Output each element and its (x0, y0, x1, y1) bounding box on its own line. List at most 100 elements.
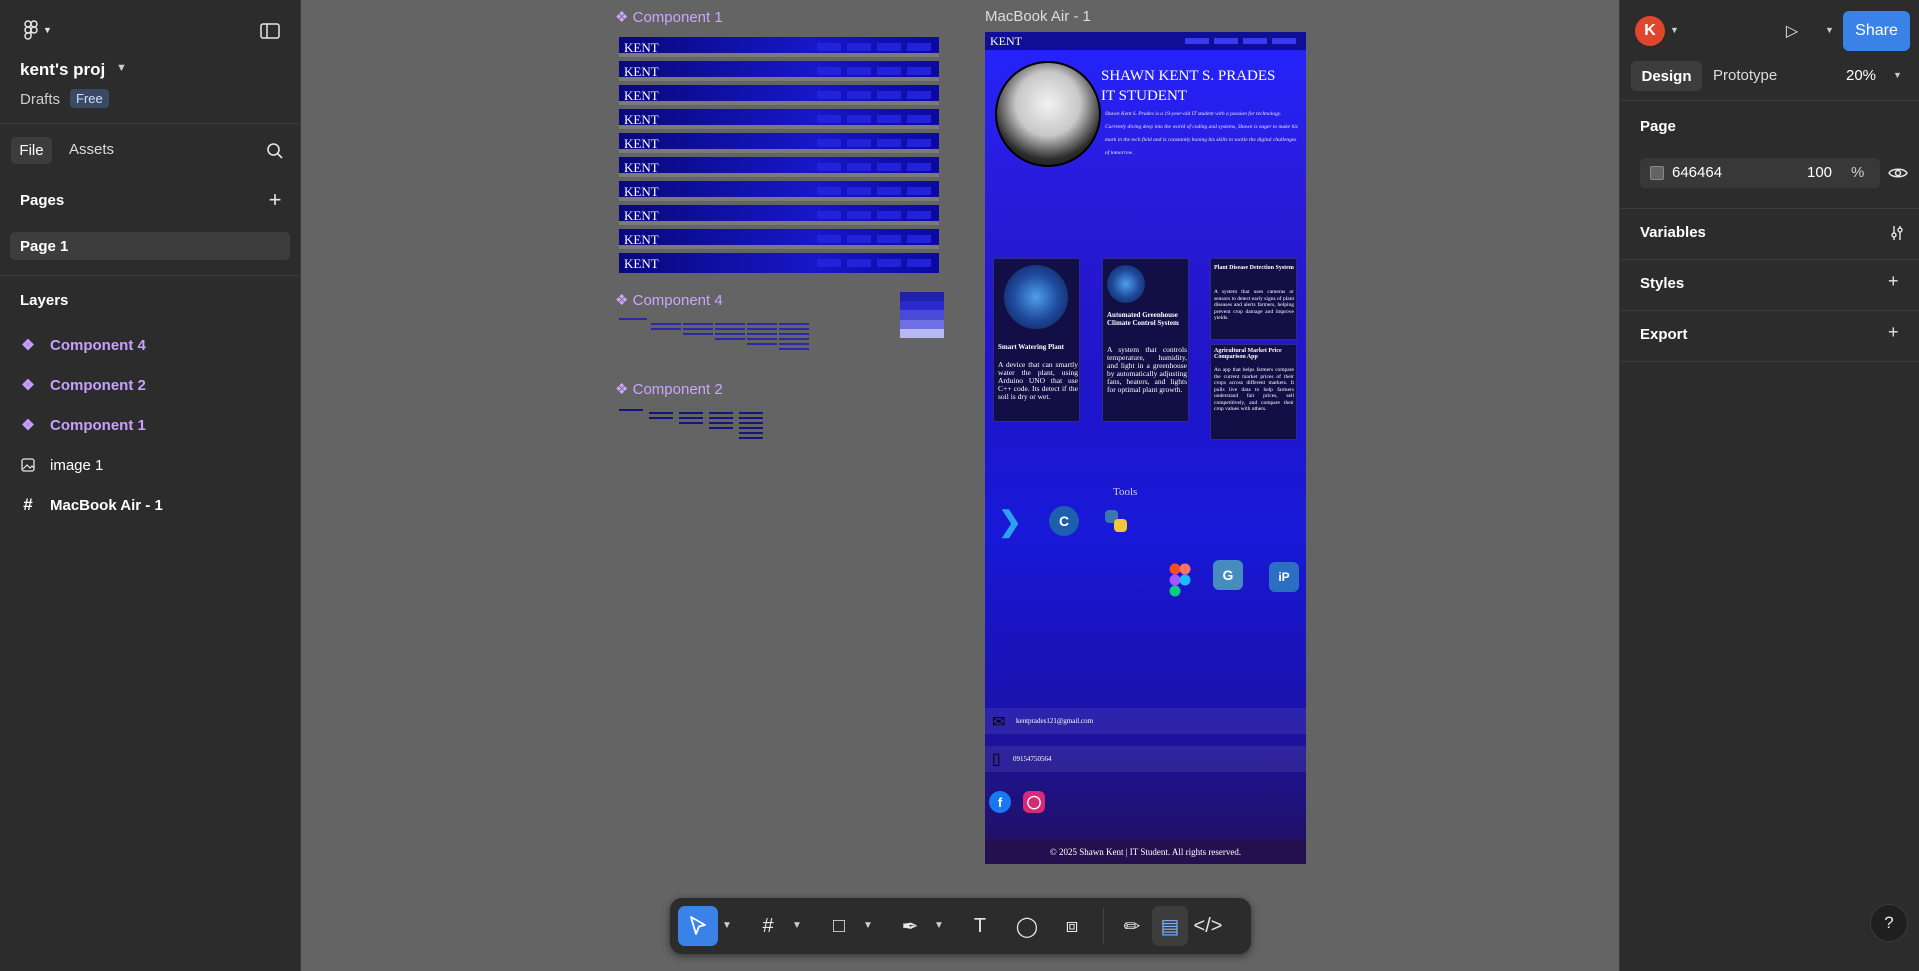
page-item-label: Page 1 (20, 238, 69, 255)
drafts-label[interactable]: Drafts (20, 91, 60, 108)
page-opacity[interactable]: 100 (1807, 164, 1832, 181)
dev-mode-button[interactable]: </> (1190, 906, 1226, 946)
component4-lines[interactable] (619, 318, 819, 358)
navbar-variant[interactable]: KENT (619, 37, 939, 57)
pen-tool-button[interactable]: ✒ (890, 906, 930, 946)
color-swatch-stack[interactable] (900, 292, 944, 338)
actions-button[interactable]: ⧈ (1052, 906, 1092, 946)
present-button[interactable]: ▷ (1782, 20, 1802, 42)
image-icon (20, 458, 36, 472)
chevron-down-icon[interactable]: ▼ (1670, 25, 1679, 35)
eye-icon (1888, 168, 1908, 178)
frame-icon: # (762, 914, 774, 937)
tab-design[interactable]: Design (1631, 61, 1702, 91)
frame-tool-button[interactable]: # (748, 906, 788, 946)
chevron-down-icon[interactable]: ▼ (863, 920, 873, 931)
user-avatar[interactable]: K (1635, 16, 1665, 46)
component-icon: ❖ (21, 337, 35, 354)
sliders-icon (1891, 226, 1903, 240)
navbar-variant[interactable]: KENT (619, 157, 939, 177)
plus-icon: + (1888, 322, 1899, 342)
page-color-hex[interactable]: 646464 (1672, 164, 1722, 181)
comment-tool-button[interactable]: ◯ (1007, 906, 1047, 946)
canvas[interactable]: ❖ Component 1 KENT KENT KENT KENT KENT K… (301, 0, 1619, 971)
draw-mode-button[interactable]: ✏ (1114, 906, 1150, 946)
layer-label: Component 1 (50, 416, 146, 434)
navbar-variant[interactable]: KENT (619, 85, 939, 105)
layer-item[interactable]: # MacBook Air - 1 (20, 494, 163, 516)
project-body: An app that helps farmers compare the cu… (1214, 367, 1294, 412)
arduino-image (1004, 265, 1068, 329)
help-button[interactable]: ? (1870, 904, 1908, 942)
navbar-variant[interactable]: KENT (619, 109, 939, 129)
navbar-brand: KENT (624, 88, 659, 103)
component1-frame-label[interactable]: ❖ Component 1 (615, 8, 723, 26)
navbar-variant[interactable]: KENT (619, 181, 939, 201)
chevron-down-icon[interactable]: ▼ (1825, 25, 1834, 35)
zoom-level[interactable]: 20% (1846, 67, 1876, 84)
tab-file[interactable]: File (11, 137, 52, 164)
layer-item[interactable]: ❖ Component 1 (20, 414, 146, 436)
project-name[interactable]: kent's proj (20, 60, 105, 80)
move-tool-button[interactable] (678, 906, 718, 946)
navbar-variant[interactable]: KENT (619, 253, 939, 273)
page-item[interactable]: Page 1 (10, 232, 290, 260)
design-mode-button[interactable]: ▤ (1152, 906, 1188, 946)
toggle-sidebar-button[interactable] (257, 20, 283, 42)
chevron-down-icon: ▼ (43, 25, 52, 35)
navbar-variant[interactable]: KENT (619, 133, 939, 153)
chevron-down-icon[interactable]: ▼ (1893, 70, 1902, 80)
project-card: Automated Greenhouse Climate Control Sys… (1102, 258, 1189, 422)
chevron-down-icon[interactable]: ▼ (934, 920, 944, 931)
search-button[interactable] (264, 140, 286, 162)
layer-item[interactable]: image 1 (20, 454, 103, 476)
component4-frame-label[interactable]: ❖ Component 4 (615, 291, 723, 309)
chevron-down-icon[interactable]: ▼ (722, 920, 732, 931)
phone-row: ▯ 09154750564 (985, 746, 1306, 772)
divider (0, 275, 300, 276)
cursor-icon (690, 916, 706, 935)
navbar-brand: KENT (624, 112, 659, 127)
draw-icon: ✏ (1123, 915, 1141, 938)
project-chevron-icon[interactable]: ▼ (116, 62, 127, 74)
phone-text: 09154750564 (1013, 755, 1052, 763)
component2-lines[interactable] (619, 409, 769, 445)
visibility-toggle[interactable] (1887, 163, 1909, 183)
share-button[interactable]: Share (1843, 11, 1910, 51)
component-icon: ❖ (21, 377, 35, 394)
tab-assets[interactable]: Assets (69, 141, 114, 158)
plan-badge: Free (70, 89, 109, 108)
site-brand: KENT (990, 34, 1022, 48)
layer-item[interactable]: ❖ Component 2 (20, 374, 146, 396)
godot-icon: G (1213, 560, 1243, 590)
navbar-variant[interactable]: KENT (619, 61, 939, 81)
component2-frame-label[interactable]: ❖ Component 2 (615, 380, 723, 398)
plus-icon: + (268, 187, 282, 212)
play-icon: ▷ (1785, 23, 1799, 40)
export-heading: Export (1640, 326, 1688, 343)
macbook-frame[interactable]: KENT SHAWN KENT S. PRADES IT STUDENT Sha… (985, 32, 1306, 864)
shape-tool-button[interactable]: □ (819, 906, 859, 946)
navbar-brand: KENT (624, 136, 659, 151)
layers-heading: Layers (20, 292, 69, 309)
page-color-swatch[interactable] (1650, 166, 1664, 180)
navbar-variant[interactable]: KENT (619, 229, 939, 249)
variables-heading: Variables (1640, 224, 1706, 241)
macbook-frame-label[interactable]: MacBook Air - 1 (985, 8, 1091, 25)
site-navbar: KENT (985, 32, 1306, 50)
text-tool-button[interactable]: T (960, 906, 1000, 946)
navbar-brand: KENT (624, 256, 659, 271)
variables-button[interactable] (1885, 222, 1909, 244)
chevron-down-icon[interactable]: ▼ (792, 920, 802, 931)
figma-menu-button[interactable]: ▼ (20, 18, 56, 42)
layer-item[interactable]: ❖ Component 4 (20, 334, 146, 356)
instagram-icon: ◯ (1023, 791, 1045, 813)
add-style-button[interactable]: + (1888, 271, 1899, 292)
navbar-variant[interactable]: KENT (619, 205, 939, 225)
page-color-field[interactable]: 646464 100 % (1640, 158, 1880, 188)
layer-label: Component 4 (50, 336, 146, 354)
tab-prototype[interactable]: Prototype (1713, 67, 1777, 84)
project-card: Agricultural Market Price Comparison App… (1210, 344, 1297, 440)
add-page-button[interactable]: + (264, 187, 286, 212)
add-export-button[interactable]: + (1888, 322, 1899, 343)
